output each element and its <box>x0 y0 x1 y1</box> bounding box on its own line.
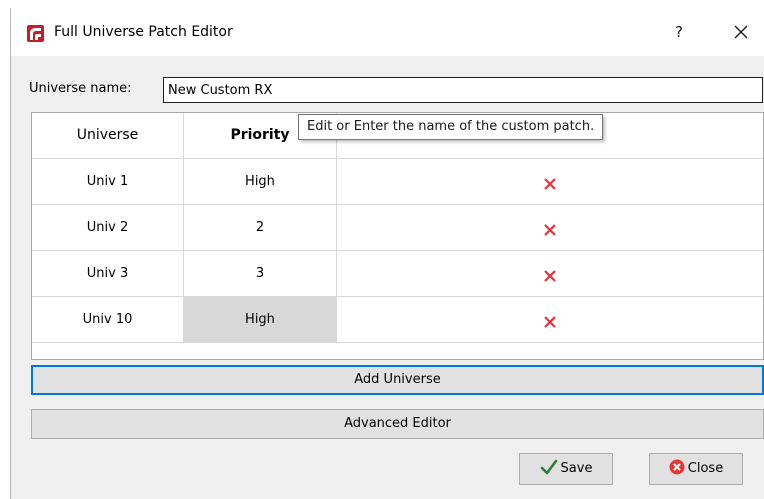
universe-table: Universe Priority Univ 1 High Univ 2 2 U… <box>31 112 764 360</box>
column-header-universe[interactable]: Universe <box>32 113 184 158</box>
universe-name-input[interactable] <box>163 77 763 103</box>
universe-name-label: Universe name: <box>29 81 132 96</box>
advanced-editor-button[interactable]: Advanced Editor <box>31 409 764 439</box>
delete-x-icon[interactable] <box>543 177 557 191</box>
close-button-label: Close <box>687 461 724 476</box>
checkmark-icon <box>540 459 557 475</box>
save-button-label: Save <box>560 461 593 476</box>
delete-x-icon[interactable] <box>543 269 557 283</box>
table-row[interactable]: Univ 2 2 <box>32 205 763 251</box>
universe-cell[interactable]: Univ 2 <box>32 205 184 250</box>
priority-cell[interactable]: 3 <box>184 251 337 296</box>
save-button[interactable]: Save <box>519 453 613 485</box>
delete-x-icon[interactable] <box>543 315 557 329</box>
delete-x-icon[interactable] <box>543 223 557 237</box>
priority-cell-selected[interactable]: High <box>184 297 337 342</box>
help-button[interactable]: ? <box>667 20 691 44</box>
title-bar: Full Universe Patch Editor ? <box>11 8 764 56</box>
table-row[interactable]: Univ 10 High <box>32 297 763 343</box>
table-row[interactable]: Univ 1 High <box>32 159 763 205</box>
close-button[interactable]: Close <box>649 453 743 485</box>
close-icon <box>734 25 748 39</box>
app-logo-icon <box>27 25 44 42</box>
delete-cell[interactable] <box>337 205 763 250</box>
window-title: Full Universe Patch Editor <box>54 24 233 40</box>
universe-cell[interactable]: Univ 10 <box>32 297 184 342</box>
universe-cell[interactable]: Univ 3 <box>32 251 184 296</box>
delete-cell[interactable] <box>337 297 763 342</box>
universe-cell[interactable]: Univ 1 <box>32 159 184 204</box>
add-universe-button[interactable]: Add Universe <box>31 365 764 395</box>
priority-cell[interactable]: High <box>184 159 337 204</box>
delete-cell[interactable] <box>337 251 763 296</box>
name-field-tooltip: Edit or Enter the name of the custom pat… <box>298 114 604 140</box>
delete-cell[interactable] <box>337 159 763 204</box>
table-row[interactable]: Univ 3 3 <box>32 251 763 297</box>
close-circle-icon <box>669 459 685 475</box>
priority-cell[interactable]: 2 <box>184 205 337 250</box>
patch-editor-dialog: Full Universe Patch Editor ? Universe na… <box>10 8 764 499</box>
window-close-button[interactable] <box>727 18 755 46</box>
